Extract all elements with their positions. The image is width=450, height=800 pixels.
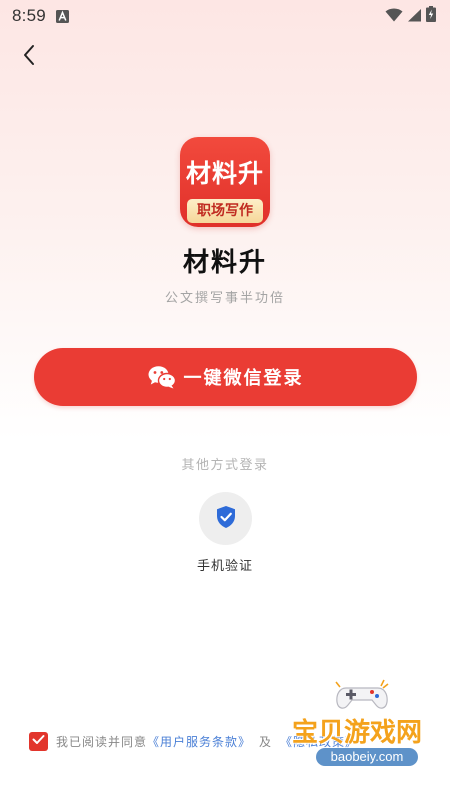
agreement-and: 及	[259, 734, 273, 749]
phone-verify-label: 手机验证	[196, 559, 253, 574]
phone-verify-button[interactable]	[199, 492, 252, 545]
wifi-icon	[385, 7, 403, 26]
app-name: 材料升	[182, 248, 267, 278]
signal-icon	[407, 7, 422, 26]
wechat-login-label: 一键微信登录	[183, 368, 304, 389]
checkmark-icon	[32, 734, 45, 748]
battery-charging-icon	[426, 6, 436, 26]
status-time: 8:59	[12, 6, 46, 25]
agreement-prefix: 我已阅读并同意	[56, 734, 148, 749]
logo-ribbon-text: 职场写作	[187, 199, 263, 223]
user-terms-link[interactable]: 《用户服务条款》	[147, 733, 251, 750]
other-methods-label: 其他方式登录	[181, 458, 269, 473]
back-button[interactable]	[14, 42, 44, 72]
chevron-left-icon	[22, 44, 36, 70]
logo-main-text: 材料升	[185, 159, 264, 188]
status-icons	[385, 6, 436, 26]
agree-checkbox[interactable]	[29, 731, 48, 751]
watermark-sub-text: baobeiy.com	[316, 748, 418, 766]
status-bar: 8:59	[0, 0, 450, 32]
app-slogan: 公文撰写事半功倍	[164, 291, 285, 306]
accessibility-a-icon	[55, 9, 69, 23]
wechat-icon	[148, 365, 176, 389]
wechat-login-button[interactable]: 一键微信登录	[34, 348, 417, 406]
site-watermark: 宝贝游戏网 baobeiy.com	[288, 679, 436, 780]
watermark-main-text: 宝贝游戏网	[292, 718, 423, 748]
shield-check-icon	[215, 505, 237, 533]
app-logo: 材料升 职场写作	[180, 137, 270, 227]
